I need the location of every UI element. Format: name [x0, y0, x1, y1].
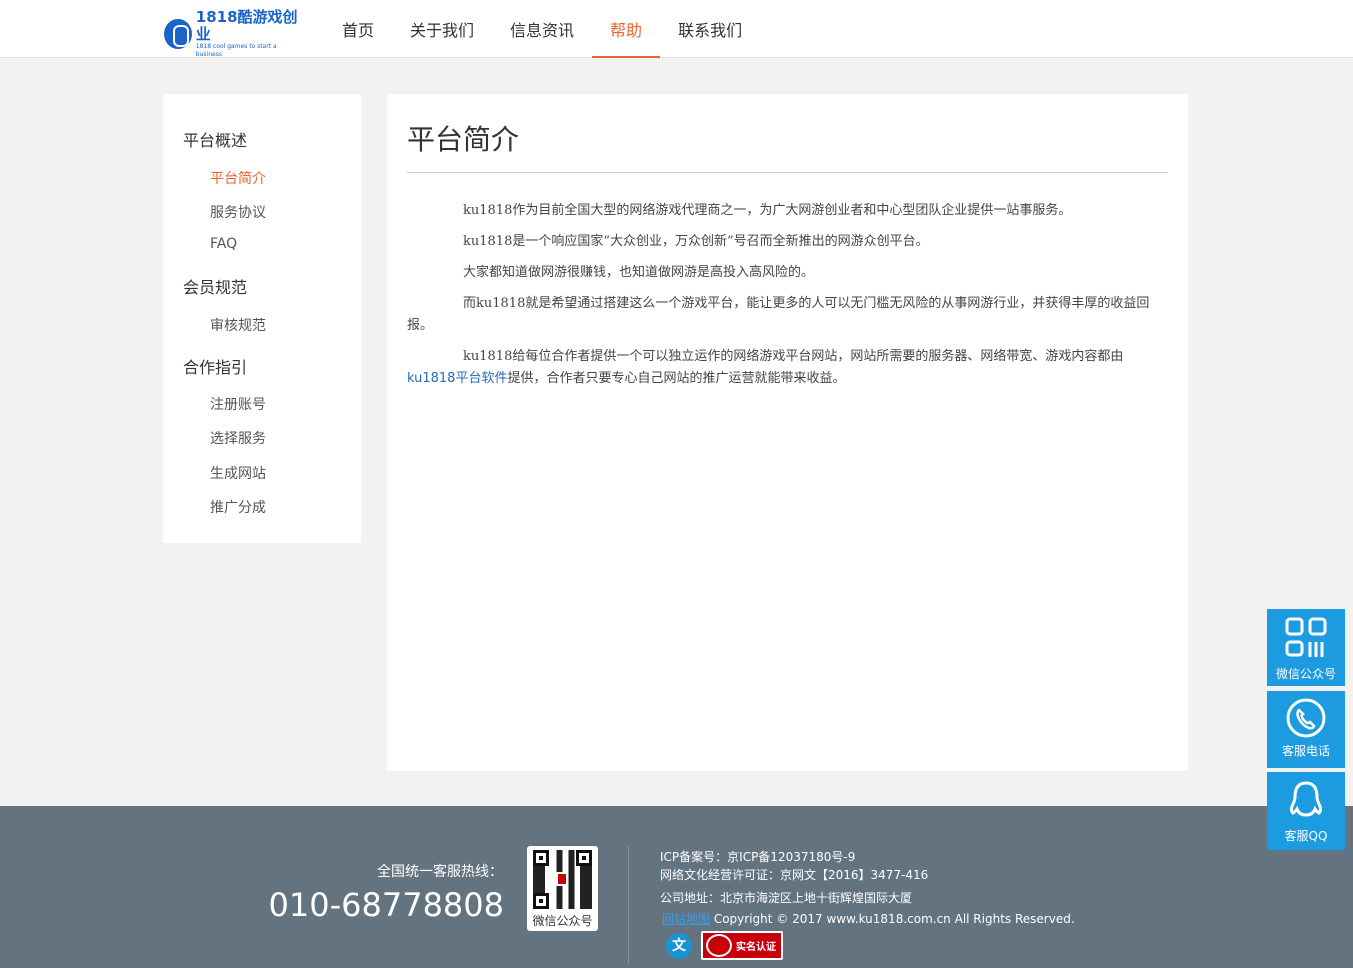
sidebar-item-promotion-share[interactable]: 推广分成	[210, 497, 266, 517]
nav-contact[interactable]: 联系我们	[660, 0, 760, 58]
seal-icon	[706, 934, 732, 957]
sidebar-item-platform-intro[interactable]: 平台简介	[210, 168, 266, 188]
article-paragraph-last: ku1818给每位合作者提供一个可以独立运作的网络游戏平台网站，网站所需要的服务…	[407, 346, 1168, 390]
article-paragraph: ku1818是一个响应国家“大众创业，万众创新”号召而全新推出的网游众创平台。	[463, 234, 929, 249]
float-qq-button[interactable]: 客服QQ	[1267, 772, 1345, 850]
sidebar-item-generate-site[interactable]: 生成网站	[210, 463, 266, 483]
article-text: ku1818给每位合作者提供一个可以独立运作的网络游戏平台网站，网站所需要的服务…	[463, 349, 1124, 364]
culture-license: 网络文化经营许可证：京网文【2016】3477-416	[660, 868, 929, 882]
logo-main-text: 1818酷游戏创业	[195, 8, 298, 43]
footer-divider	[628, 846, 629, 964]
sidebar-item-review-rules[interactable]: 审核规范	[210, 315, 266, 335]
realname-verified-badge[interactable]: 实名认证	[701, 931, 783, 960]
title-divider	[407, 172, 1168, 173]
qq-icon	[1290, 781, 1322, 817]
sidebar-item-faq[interactable]: FAQ	[210, 236, 237, 252]
logo-text: 1818酷游戏创业 1818 cool games to start a bus…	[196, 9, 304, 59]
qr-corner-icon	[576, 850, 592, 866]
site-header: 1818酷游戏创业 1818 cool games to start a bus…	[0, 0, 1353, 58]
copyright-text: Copyright © 2017 www.ku1818.com.cn All R…	[710, 912, 1075, 926]
nav-home[interactable]: 首页	[324, 0, 392, 58]
sitemap-link[interactable]: 网站地图	[662, 912, 710, 926]
sidebar-item-choose-service[interactable]: 选择服务	[210, 428, 266, 448]
article-paragraph: 大家都知道做网游很赚钱，也知道做网游是高投入高风险的。	[463, 265, 815, 280]
qr-corner-icon	[533, 893, 549, 909]
hotline-label: 全国统一客服热线：	[377, 864, 503, 880]
logo-sub-text: 1818 cool games to start a business	[195, 43, 277, 58]
site-footer: 全国统一客服热线： 010-68778808 微信公众号 ICP备案号：京ICP…	[0, 806, 1353, 968]
sidebar-group-member-rules: 会员规范	[183, 278, 248, 297]
help-sidebar: 平台概述 平台简介 服务协议 FAQ 会员规范 审核规范 合作指引 注册账号 选…	[163, 94, 361, 543]
sidebar-group-cooperation: 合作指引	[183, 358, 248, 377]
sidebar-item-register[interactable]: 注册账号	[210, 394, 266, 414]
article-body: ku1818作为目前全国大型的网络游戏代理商之一，为广大网游创业者和中心型团队企…	[407, 200, 1168, 399]
qr-corner-icon	[533, 850, 549, 866]
wechat-qr-card: 微信公众号	[527, 846, 598, 931]
icp-number: ICP备案号：京ICP备12037180号-9	[660, 850, 856, 864]
main-nav: 首页 关于我们 信息资讯 帮助 联系我们	[324, 0, 760, 58]
article-text: 提供，合作者只要专心自己网站的推广运营就能带来收益。	[507, 371, 846, 386]
sidebar-item-service-agreement[interactable]: 服务协议	[210, 202, 266, 222]
site-logo[interactable]: 1818酷游戏创业 1818 cool games to start a bus…	[164, 9, 304, 59]
float-wechat-label: 微信公众号	[1275, 667, 1336, 681]
logo-mark-icon	[164, 19, 192, 49]
copyright-line: 网站地图 Copyright © 2017 www.ku1818.com.cn …	[662, 910, 1075, 927]
article-paragraph: 而ku1818就是希望通过搭建这么一个游戏平台，能让更多的人可以无门槛无风险的从…	[407, 296, 1150, 333]
qr-logo-icon	[556, 872, 568, 886]
qr-label: 微信公众号	[532, 914, 593, 928]
qr-code-icon	[1285, 617, 1327, 657]
culture-badge-icon[interactable]: 文	[666, 933, 692, 959]
hotline-number: 010-68778808	[268, 886, 505, 924]
float-phone-label: 客服电话	[1281, 744, 1330, 758]
realname-badge-text: 实名认证	[736, 942, 776, 953]
float-qq-label: 客服QQ	[1284, 829, 1328, 843]
nav-help[interactable]: 帮助	[592, 0, 661, 58]
phone-icon	[1286, 698, 1326, 738]
float-phone-button[interactable]: 客服电话	[1267, 691, 1345, 768]
article-panel: 平台简介 ku1818作为目前全国大型的网络游戏代理商之一，为广大网游创业者和中…	[387, 94, 1188, 771]
sidebar-group-overview: 平台概述	[183, 131, 248, 150]
article-paragraph: ku1818作为目前全国大型的网络游戏代理商之一，为广大网游创业者和中心型团队企…	[463, 203, 1072, 218]
nav-about[interactable]: 关于我们	[392, 0, 492, 58]
float-wechat-button[interactable]: 微信公众号	[1267, 609, 1345, 686]
page-title: 平台简介	[407, 123, 520, 156]
company-address: 公司地址：北京市海淀区上地十街辉煌国际大厦	[660, 891, 913, 905]
platform-software-link[interactable]: ku1818平台软件	[407, 371, 507, 386]
nav-news[interactable]: 信息资讯	[492, 0, 592, 58]
